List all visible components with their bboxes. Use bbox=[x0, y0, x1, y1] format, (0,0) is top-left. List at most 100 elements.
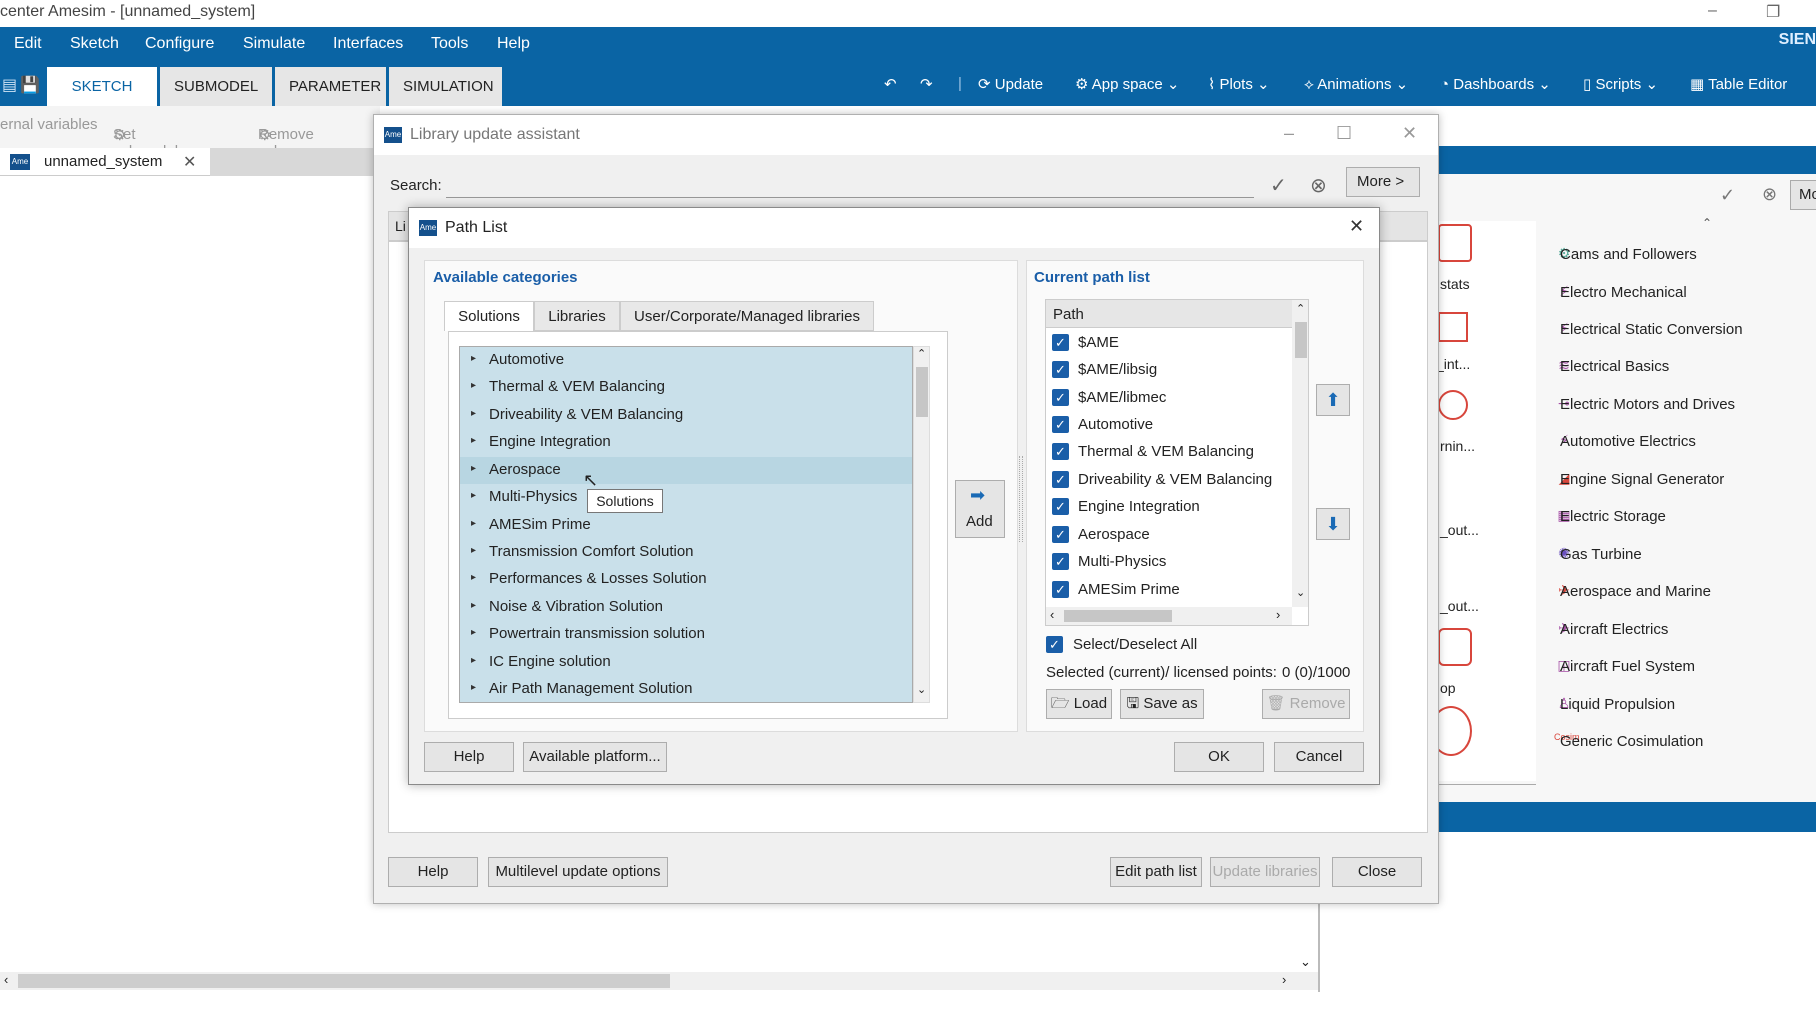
checkbox-checked-icon[interactable]: ✓ bbox=[1052, 526, 1069, 543]
library-item-electric-storage[interactable]: Electric Storage bbox=[1560, 508, 1666, 525]
move-up-button[interactable]: ⬆ bbox=[1316, 384, 1350, 416]
library-item-aircraft-electrics[interactable]: Aircraft Electrics bbox=[1560, 621, 1668, 638]
expand-arrow-icon[interactable]: ▸ bbox=[471, 655, 476, 666]
menu-configure[interactable]: Configure bbox=[145, 35, 214, 53]
search-input[interactable] bbox=[446, 197, 1254, 198]
library-item-gas-turbine[interactable]: Gas Turbine bbox=[1560, 546, 1642, 563]
scroll-left-icon[interactable]: ‹ bbox=[4, 972, 8, 987]
horizontal-scrollbar[interactable]: ‹ › bbox=[0, 972, 1320, 990]
path-row[interactable]: ✓ Automotive bbox=[1046, 412, 1308, 439]
expand-arrow-icon[interactable]: ▸ bbox=[471, 600, 476, 611]
category-row[interactable]: ▸ Air Path Management Solution bbox=[460, 676, 912, 702]
scroll-down-icon[interactable]: ⌄ bbox=[917, 683, 926, 696]
collapse-icon[interactable]: ⌃ bbox=[1702, 216, 1712, 230]
cancel-button[interactable]: Cancel bbox=[1274, 742, 1364, 772]
close-tab-icon[interactable]: ✕ bbox=[183, 152, 196, 172]
expand-arrow-icon[interactable]: ▸ bbox=[471, 435, 476, 446]
library-item-static-conversion[interactable]: Electrical Static Conversion bbox=[1560, 321, 1743, 338]
scroll-right-icon[interactable]: › bbox=[1276, 607, 1280, 622]
category-row[interactable]: ▸ Driveability & VEM Balancing bbox=[460, 402, 912, 429]
category-row[interactable]: ▸ Aerospace bbox=[460, 457, 912, 484]
tab-sketch[interactable]: SKETCH bbox=[47, 67, 157, 106]
category-row[interactable]: ▸ Engine Integration bbox=[460, 429, 912, 456]
checkbox-checked-icon[interactable]: ✓ bbox=[1052, 361, 1069, 378]
close-icon[interactable]: ✕ bbox=[1402, 123, 1417, 144]
tab-solutions[interactable]: Solutions bbox=[444, 301, 534, 331]
component-icon[interactable] bbox=[1438, 312, 1468, 342]
expand-arrow-icon[interactable]: ▸ bbox=[471, 463, 476, 474]
tab-user-corporate-managed[interactable]: User/Corporate/Managed libraries bbox=[620, 301, 874, 331]
category-tree[interactable]: ▸ Automotive ▸ Thermal & VEM Balancing ▸ Dr… bbox=[459, 346, 913, 703]
library-tab[interactable]: Li bbox=[395, 218, 406, 234]
expand-arrow-icon[interactable]: ▸ bbox=[471, 490, 476, 501]
add-button[interactable]: ➡ Add bbox=[955, 480, 1005, 538]
expand-arrow-icon[interactable]: ▸ bbox=[471, 627, 476, 638]
scrollbar-thumb[interactable] bbox=[18, 974, 670, 988]
path-hscrollbar[interactable]: ‹ › bbox=[1046, 607, 1292, 625]
path-vscrollbar[interactable]: ⌃ ⌄ bbox=[1292, 300, 1308, 607]
plots-button[interactable]: ⌇ Plots ⌄ bbox=[1208, 75, 1270, 93]
path-row[interactable]: ✓ AMESim Prime bbox=[1046, 577, 1308, 604]
library-item-motors[interactable]: Electric Motors and Drives bbox=[1560, 396, 1735, 413]
checkbox-checked-icon[interactable]: ✓ bbox=[1052, 471, 1069, 488]
path-row[interactable]: ✓ $AME/libsig bbox=[1046, 357, 1308, 384]
component-icon[interactable] bbox=[1438, 224, 1472, 262]
expand-arrow-icon[interactable]: ▸ bbox=[471, 408, 476, 419]
tab-simulation[interactable]: SIMULATION bbox=[389, 67, 502, 106]
path-row[interactable]: ✓ $AME/libmec bbox=[1046, 385, 1308, 412]
menu-interfaces[interactable]: Interfaces bbox=[333, 35, 403, 53]
help-button[interactable]: Help bbox=[424, 742, 514, 772]
menu-simulate[interactable]: Simulate bbox=[243, 35, 305, 53]
menu-sketch[interactable]: Sketch bbox=[70, 35, 119, 53]
minimize-button[interactable]: – bbox=[1708, 2, 1717, 20]
library-item-electrical-basics[interactable]: Electrical Basics bbox=[1560, 358, 1669, 375]
quick-icon[interactable]: ▤ bbox=[2, 75, 17, 95]
checkbox-checked-icon[interactable]: ✓ bbox=[1052, 443, 1069, 460]
scrollbar-thumb[interactable] bbox=[1064, 610, 1172, 622]
library-item-electro-mechanical[interactable]: Electro Mechanical bbox=[1560, 284, 1687, 301]
search-clear-icon[interactable]: ⊗ bbox=[1310, 173, 1327, 198]
tab-parameter[interactable]: PARAMETER bbox=[275, 67, 386, 106]
category-row[interactable]: ▸ Automotive bbox=[460, 347, 912, 374]
available-platform-button[interactable]: Available platform... bbox=[523, 742, 667, 772]
load-button[interactable]: 🗁 Load bbox=[1046, 689, 1112, 719]
library-item-liquid-propulsion[interactable]: Liquid Propulsion bbox=[1560, 696, 1675, 713]
more-button[interactable]: More > bbox=[1346, 167, 1420, 197]
tab-submodel[interactable]: SUBMODEL bbox=[160, 67, 272, 106]
ok-button[interactable]: OK bbox=[1174, 742, 1264, 772]
path-row[interactable]: ✓ Multi-Physics bbox=[1046, 549, 1308, 576]
scroll-down-icon[interactable]: ⌄ bbox=[1296, 586, 1305, 599]
library-item-automotive-electrics[interactable]: Automotive Electrics bbox=[1560, 433, 1696, 450]
category-row[interactable]: ▸ Noise & Vibration Solution bbox=[460, 594, 912, 621]
internal-variables-button[interactable]: ernal variables bbox=[0, 116, 98, 133]
undo-icon[interactable]: ↶ bbox=[884, 75, 897, 93]
scrollbar-thumb[interactable] bbox=[1295, 322, 1307, 358]
multilevel-update-button[interactable]: Multilevel update options bbox=[488, 857, 668, 887]
scroll-up-icon[interactable]: ⌃ bbox=[1296, 302, 1305, 315]
checkbox-checked-icon[interactable]: ✓ bbox=[1052, 334, 1069, 351]
library-item-cosimulation[interactable]: Generic Cosimulation bbox=[1560, 733, 1703, 750]
path-row[interactable]: ✓ Driveability & VEM Balancing bbox=[1046, 467, 1308, 494]
expand-arrow-icon[interactable]: ▸ bbox=[471, 545, 476, 556]
scroll-down-icon[interactable]: ⌄ bbox=[1300, 954, 1311, 970]
help-button[interactable]: Help bbox=[388, 857, 478, 887]
check-icon[interactable]: ✓ bbox=[1720, 185, 1735, 206]
category-row[interactable]: ▸ Powertrain transmission solution bbox=[460, 621, 912, 648]
menu-tools[interactable]: Tools bbox=[431, 35, 468, 53]
library-item-signal-generator[interactable]: Engine Signal Generator bbox=[1560, 471, 1724, 488]
path-table[interactable]: Path ✓ $AME ✓ $AME/libsig ✓ $AME/libmec ✓ Au… bbox=[1045, 299, 1309, 626]
library-item-cams[interactable]: Cams and Followers bbox=[1560, 246, 1697, 263]
update-button[interactable]: ⟳ Update bbox=[978, 75, 1043, 93]
category-row[interactable]: ▸ AMESim Prime bbox=[460, 512, 912, 539]
dashboards-button[interactable]: ◔ Dashboards ⌄ bbox=[1440, 75, 1551, 93]
update-libraries-button[interactable]: Update libraries bbox=[1210, 857, 1320, 887]
splitter-handle[interactable] bbox=[1019, 456, 1023, 542]
category-scrollbar[interactable]: ⌃ ⌄ bbox=[913, 346, 930, 703]
menu-help[interactable]: Help bbox=[497, 35, 530, 53]
expand-arrow-icon[interactable]: ▸ bbox=[471, 682, 476, 693]
remove-button[interactable]: 🗑 Remove bbox=[1262, 689, 1350, 719]
document-tab[interactable]: Ame unnamed_system ✕ bbox=[0, 148, 210, 176]
app-space-button[interactable]: ⚙ App space ⌄ bbox=[1075, 75, 1179, 93]
checkbox-checked-icon[interactable]: ✓ bbox=[1052, 553, 1069, 570]
category-row[interactable]: ▸ Multi-Physics bbox=[460, 484, 912, 511]
